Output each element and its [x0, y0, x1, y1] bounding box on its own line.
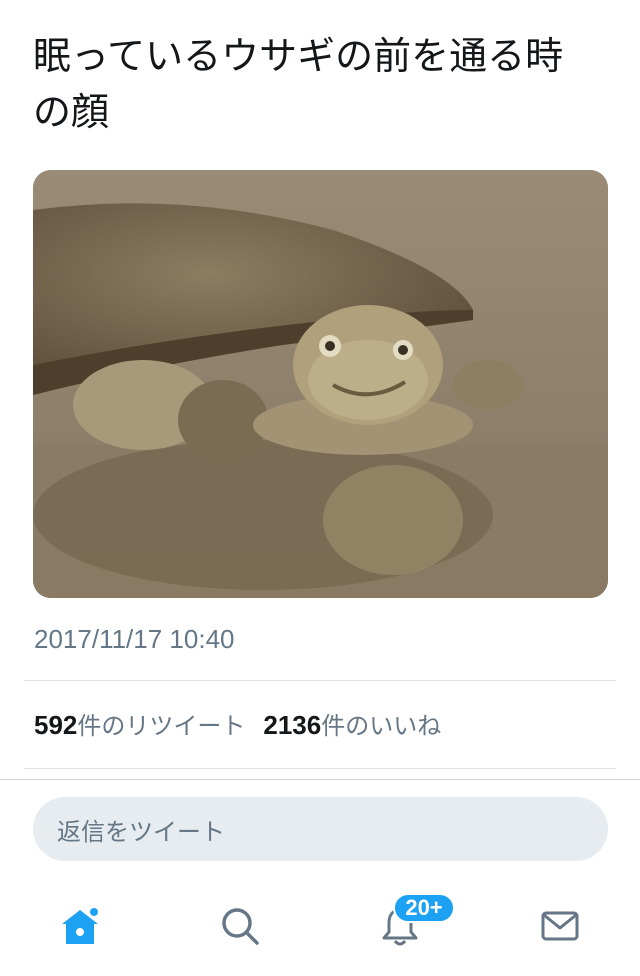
- tweet-timestamp: 2017/11/17 10:40: [34, 624, 235, 654]
- retweet-label: 件のリツイート: [77, 712, 246, 740]
- tweet-photo[interactable]: [33, 170, 608, 598]
- reply-input[interactable]: 返信をツイート: [33, 797, 608, 861]
- divider: [24, 768, 616, 769]
- mail-icon: [541, 911, 579, 941]
- retweet-count: 592: [34, 710, 78, 740]
- reply-placeholder: 返信をツイート: [57, 817, 225, 846]
- tab-search[interactable]: [216, 902, 264, 950]
- bottom-tab-bar: [0, 880, 640, 976]
- divider: [24, 680, 616, 681]
- reply-bar-border: [0, 779, 640, 780]
- tweet-text: 眠っているウサギの前を通る時の顔: [33, 34, 564, 134]
- tab-home[interactable]: [56, 902, 104, 950]
- tweet-stats: 592 件のリツイート 2136 件のいいね: [34, 706, 441, 741]
- like-label: 件のいいね: [321, 712, 442, 740]
- turtle-photo-image: [33, 170, 608, 598]
- like-stat[interactable]: 2136 件のいいね: [263, 706, 441, 741]
- home-icon: [62, 906, 100, 944]
- notification-badge: 20+: [393, 893, 455, 923]
- like-count: 2136: [263, 710, 322, 740]
- retweet-stat[interactable]: 592 件のリツイート: [34, 706, 245, 741]
- search-icon: [222, 908, 259, 945]
- tab-messages[interactable]: [536, 902, 584, 950]
